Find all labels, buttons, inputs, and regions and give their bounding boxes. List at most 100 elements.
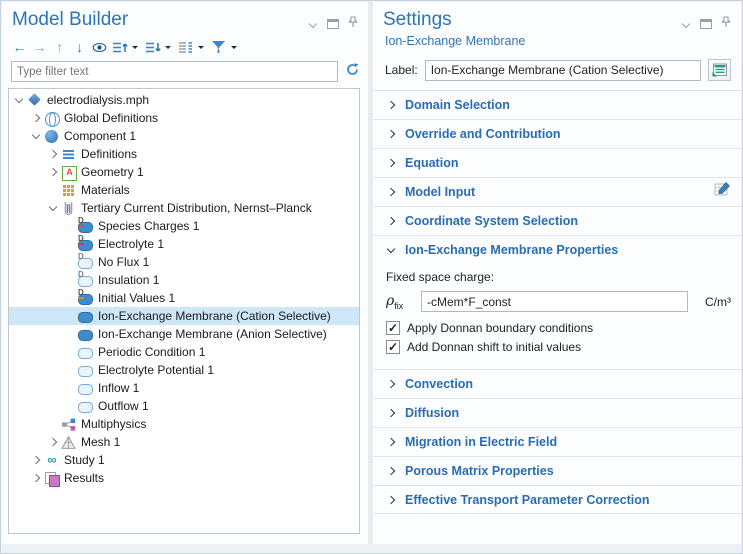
tree-item-periodic-condition[interactable]: Periodic Condition 1 — [9, 343, 359, 361]
pin-icon[interactable] — [348, 15, 358, 33]
app-window: Model Builder ← → ↑ ↓ — [0, 0, 743, 554]
chevron-right-icon — [386, 216, 396, 226]
apply-donnan-row: Apply Donnan boundary conditions — [386, 321, 731, 335]
collapse-list-dropdown-icon[interactable] — [165, 46, 171, 52]
tree-item-no-flux[interactable]: No Flux 1 — [9, 253, 359, 271]
model-input-edit-icon[interactable] — [714, 182, 731, 202]
float-window-icon[interactable] — [700, 19, 712, 29]
tree-item-ion-exchange-membrane-anion[interactable]: Ion-Exchange Membrane (Anion Selective) — [9, 325, 359, 343]
collapse-list-icon[interactable] — [144, 38, 161, 56]
section-migration-in-electric-field[interactable]: Migration in Electric Field — [373, 427, 741, 456]
float-window-icon[interactable] — [327, 19, 339, 29]
chevron-collapsed-icon[interactable] — [29, 453, 44, 468]
label-input[interactable] — [425, 60, 701, 81]
expander-spacer — [46, 183, 61, 198]
section-domain-selection[interactable]: Domain Selection — [373, 90, 741, 119]
panel-menu-chevron-icon[interactable] — [308, 20, 318, 28]
refresh-icon[interactable] — [345, 62, 360, 82]
settings-panel: Settings Ion-Exchange Membrane Label: Do… — [373, 2, 741, 544]
chevron-collapsed-icon[interactable] — [46, 435, 61, 450]
move-down-icon[interactable]: ↓ — [71, 38, 88, 56]
node-text-icon[interactable] — [177, 38, 194, 56]
tree-item-global-definitions[interactable]: Global Definitions — [9, 109, 359, 127]
expander-spacer — [63, 345, 78, 360]
filter-input[interactable] — [11, 61, 338, 82]
expander-spacer — [63, 327, 78, 342]
fixed-space-charge-input[interactable] — [421, 291, 688, 312]
expand-list-icon[interactable] — [111, 38, 128, 56]
expander-spacer — [63, 309, 78, 324]
chevron-expanded-icon[interactable] — [12, 93, 27, 108]
tree-item-mesh[interactable]: Mesh 1 — [9, 433, 359, 451]
tree-item-study[interactable]: Study 1 — [9, 451, 359, 469]
fixed-space-charge-row: ρfix C/m³ — [386, 291, 731, 312]
section-convection[interactable]: Convection — [373, 369, 741, 398]
tree-item-materials[interactable]: Materials — [9, 181, 359, 199]
expand-list-dropdown-icon[interactable] — [132, 46, 138, 52]
multiphysics-icon — [61, 417, 77, 432]
tree-item-component[interactable]: Component 1 — [9, 127, 359, 145]
tree-item-results[interactable]: Results — [9, 469, 359, 487]
expander-spacer — [63, 399, 78, 414]
expander-spacer — [63, 237, 78, 252]
chevron-collapsed-icon[interactable] — [29, 111, 44, 126]
chevron-right-icon — [386, 437, 396, 447]
tree-item-definitions[interactable]: Definitions — [9, 145, 359, 163]
geometry-icon — [61, 165, 77, 180]
chevron-collapsed-icon[interactable] — [46, 165, 61, 180]
filter-dropdown-icon[interactable] — [231, 46, 237, 52]
chevron-right-icon — [386, 158, 396, 168]
results-icon — [44, 471, 60, 486]
section-model-input[interactable]: Model Input — [373, 177, 741, 206]
section-ion-exchange-membrane-properties[interactable]: Ion-Exchange Membrane Properties — [373, 235, 741, 264]
chevron-collapsed-icon[interactable] — [29, 471, 44, 486]
tree-item-species-charges[interactable]: Species Charges 1 — [9, 217, 359, 235]
tree-item-geometry[interactable]: Geometry 1 — [9, 163, 359, 181]
section-title: Model Input — [405, 185, 475, 199]
section-effective-transport-parameter-correction[interactable]: Effective Transport Parameter Correction — [373, 485, 741, 514]
tree-item-electrolyte-potential[interactable]: Electrolyte Potential 1 — [9, 361, 359, 379]
filter-icon[interactable] — [210, 38, 227, 56]
rename-button[interactable] — [708, 59, 731, 81]
chevron-right-icon — [386, 379, 396, 389]
panel-controls — [308, 15, 358, 33]
back-icon[interactable]: ← — [11, 38, 28, 56]
section-porous-matrix-properties[interactable]: Porous Matrix Properties — [373, 456, 741, 485]
checkbox-add-donnan-shift[interactable] — [386, 340, 400, 354]
chevron-right-icon — [386, 466, 396, 476]
panel-menu-chevron-icon[interactable] — [681, 20, 691, 28]
chevron-collapsed-icon[interactable] — [46, 147, 61, 162]
section-coordinate-system-selection[interactable]: Coordinate System Selection — [373, 206, 741, 235]
expander-spacer — [63, 381, 78, 396]
tree-item-electrolyte[interactable]: Electrolyte 1 — [9, 235, 359, 253]
settings-subtitle: Ion-Exchange Membrane — [373, 34, 741, 48]
node-text-dropdown-icon[interactable] — [198, 46, 204, 52]
show-icon[interactable] — [91, 38, 108, 56]
tree-item-inflow[interactable]: Inflow 1 — [9, 379, 359, 397]
chevron-right-icon — [386, 408, 396, 418]
chevron-right-icon — [386, 129, 396, 139]
section-diffusion[interactable]: Diffusion — [373, 398, 741, 427]
definitions-icon — [61, 147, 77, 162]
tree-item-initial-values[interactable]: Initial Values 1 — [9, 289, 359, 307]
chevron-down-icon — [386, 245, 396, 255]
pin-icon[interactable] — [721, 15, 731, 33]
chevron-expanded-icon[interactable] — [46, 201, 61, 216]
tree-item-ion-exchange-membrane-cation[interactable]: Ion-Exchange Membrane (Cation Selective) — [9, 307, 359, 325]
chevron-expanded-icon[interactable] — [29, 129, 44, 144]
section-equation[interactable]: Equation — [373, 148, 741, 177]
settings-title: Settings — [383, 9, 452, 31]
forward-icon[interactable]: → — [31, 38, 48, 56]
tree-item-physics-interface[interactable]: Tertiary Current Distribution, Nernst–Pl… — [9, 199, 359, 217]
boundary-feature-icon — [78, 345, 94, 360]
section-title: Migration in Electric Field — [405, 435, 557, 449]
section-override-and-contribution[interactable]: Override and Contribution — [373, 119, 741, 148]
tree-item-insulation[interactable]: Insulation 1 — [9, 271, 359, 289]
checkbox-apply-donnan[interactable] — [386, 321, 400, 335]
tree-item-multiphysics[interactable]: Multiphysics — [9, 415, 359, 433]
tree-item-root[interactable]: electrodialysis.mph — [9, 91, 359, 109]
move-up-icon[interactable]: ↑ — [51, 38, 68, 56]
expander-spacer — [46, 417, 61, 432]
expander-spacer — [63, 219, 78, 234]
tree-item-outflow[interactable]: Outflow 1 — [9, 397, 359, 415]
